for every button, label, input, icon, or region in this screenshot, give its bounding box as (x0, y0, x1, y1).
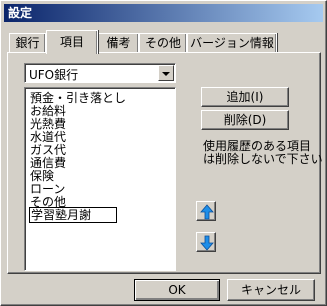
list-item[interactable]: 水道代 (30, 130, 66, 144)
ok-button[interactable]: OK (134, 279, 220, 301)
tab-notes[interactable]: 備考 (98, 33, 139, 53)
list-item-edit-field[interactable]: 学習塾月謝 (29, 207, 117, 223)
add-button[interactable]: 追加(I) (201, 87, 289, 107)
delete-warning-note: 使用履歴のある項目 は削除しないで下さい (203, 139, 323, 166)
delete-button[interactable]: 削除(D) (201, 110, 289, 130)
cancel-button[interactable]: キャンセル (227, 279, 315, 301)
list-item[interactable]: 通信費 (30, 156, 66, 170)
list-item[interactable]: お給料 (30, 104, 66, 118)
items-list[interactable]: 預金・引き落とし お給料 光熱費 水道代 ガス代 通信費 保険 ローン その他 … (24, 87, 176, 271)
tab-bank[interactable]: 銀行 (9, 33, 46, 53)
move-down-button[interactable] (196, 232, 216, 252)
window-title: 設定 (8, 6, 33, 20)
tab-items[interactable]: 項目 (46, 30, 98, 54)
title-bar: 設定 (4, 4, 323, 22)
arrow-up-icon (200, 204, 214, 220)
tab-version-info[interactable]: バージョン情報 (187, 33, 277, 53)
list-item[interactable]: 保険 (30, 169, 54, 183)
tab-other[interactable]: その他 (139, 33, 187, 53)
arrow-down-icon (200, 235, 214, 251)
move-up-button[interactable] (196, 201, 216, 221)
list-item[interactable]: 預金・引き落とし (30, 91, 126, 105)
chevron-down-icon[interactable] (158, 65, 174, 81)
list-item[interactable]: 光熱費 (30, 117, 66, 131)
bank-select-value: UFO銀行 (29, 68, 79, 82)
bank-select[interactable]: UFO銀行 (24, 63, 176, 83)
settings-dialog: 設定 銀行 項目 備考 その他 バージョン情報 UFO銀行 預金・引き落とし お… (0, 0, 327, 306)
list-item[interactable]: ガス代 (30, 143, 66, 157)
list-item[interactable]: ローン (30, 182, 65, 196)
